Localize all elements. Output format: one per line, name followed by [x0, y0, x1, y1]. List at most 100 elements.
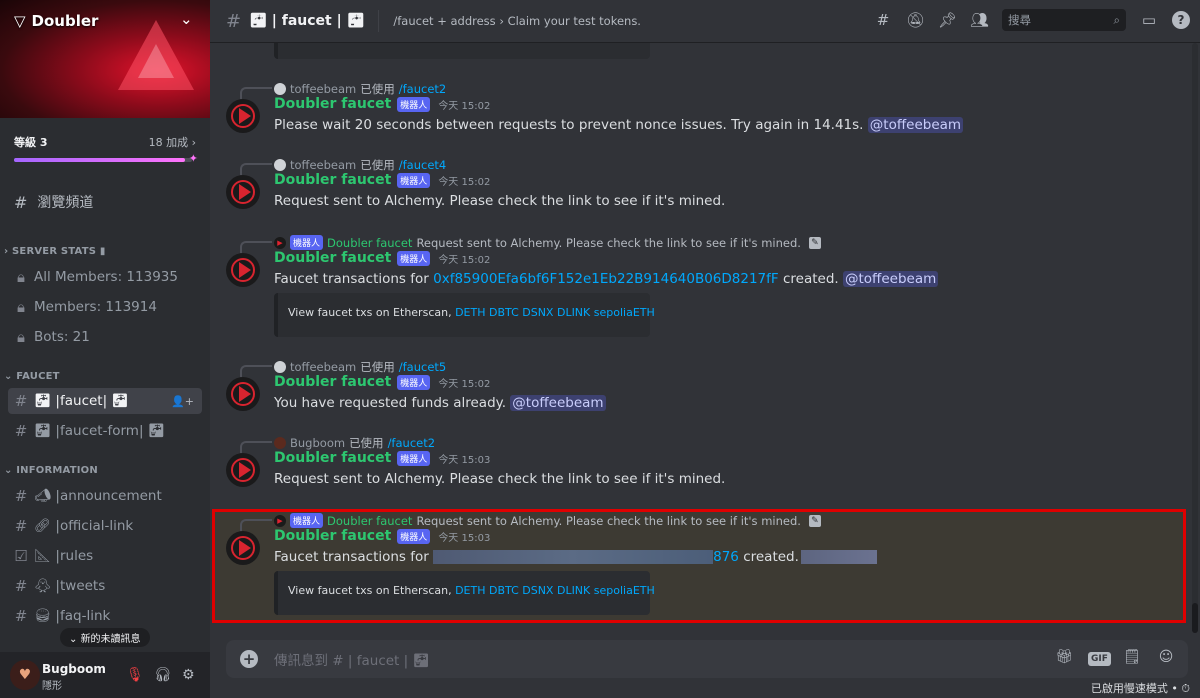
reply-avatar — [274, 159, 286, 171]
boost-bar — [14, 158, 192, 162]
timestamp: 今天 15:03 — [438, 532, 491, 544]
ruler-icon: 📐︎ | — [34, 548, 60, 564]
reply-avatar — [274, 361, 286, 373]
hash-icon: # — [14, 577, 28, 595]
faucet-icon: | 🚰︎ — [138, 423, 165, 439]
chevron-down-icon[interactable]: ⌄ — [180, 10, 193, 28]
message-content: Request sent to Alchemy. Please check th… — [274, 193, 726, 209]
sticker-icon[interactable]: 🗒︎ — [1122, 649, 1142, 665]
message-composer[interactable]: + 傳訊息到 # | faucet | 🚰︎ 🎁︎ GIF 🗒︎ ☺ — [226, 640, 1188, 678]
member-list-icon[interactable]: 👥︎ — [970, 11, 989, 29]
hash-icon: # — [14, 487, 28, 505]
scrollbar[interactable] — [1192, 43, 1198, 633]
sparkle-icon: ✦ — [188, 152, 198, 165]
channel-tweets[interactable]: # 🐥︎ | tweets — [8, 573, 202, 599]
bot-avatar[interactable] — [226, 377, 260, 411]
scrollbar-thumb[interactable] — [1192, 603, 1198, 633]
help-icon[interactable]: ? — [1172, 11, 1190, 29]
lock-icon: 🔒︎ — [17, 328, 25, 346]
message[interactable]: ▶ 機器人 Doubler faucet Request sent to Alc… — [210, 513, 1200, 623]
gif-icon[interactable]: GIF — [1088, 649, 1111, 666]
redacted-mention — [800, 550, 877, 564]
composer-placeholder[interactable]: 傳訊息到 # | faucet | 🚰︎ — [274, 649, 430, 669]
reply-context[interactable]: toffeebeam 已使用 /faucet5 — [274, 359, 446, 375]
browse-icon: # — [14, 192, 28, 212]
emoji-icon[interactable]: ☺ — [1156, 649, 1176, 665]
megaphone-icon: 📣︎ | — [34, 488, 60, 504]
bot-avatar[interactable] — [226, 453, 260, 487]
add-member-icon[interactable]: 👤+ — [171, 395, 194, 408]
message[interactable]: toffeebeam 已使用 /faucet4 Doubler faucet 機… — [210, 157, 1200, 223]
reply-context[interactable]: toffeebeam 已使用 /faucet2 — [274, 81, 446, 97]
user-mention[interactable]: @toffeebeam — [842, 271, 939, 287]
bot-avatar[interactable] — [226, 99, 260, 133]
reply-context[interactable]: Bugboom 已使用 /faucet2 — [274, 435, 435, 451]
user-mention[interactable]: @toffeebeam — [867, 117, 964, 133]
server-name[interactable]: ▽ Doubler — [14, 12, 98, 30]
address-link[interactable]: 876 — [713, 549, 739, 565]
message[interactable]: ▶ 機器人 Doubler faucet Request sent to Alc… — [210, 235, 1200, 345]
message-header: Doubler faucet 機器人 今天 15:02 — [274, 96, 491, 112]
header-toolbar: # 🔕︎ 📌︎ 👥︎ 搜尋 ⌕ ▭ ? — [874, 9, 1190, 31]
hash-icon: # — [14, 517, 28, 535]
inbox-icon[interactable]: ▭ — [1140, 11, 1158, 29]
slow-mode-indicator: 已啟用慢速模式 • ⏱︎ — [1090, 682, 1190, 695]
reply-context[interactable]: toffeebeam 已使用 /faucet4 — [274, 157, 446, 173]
category-server-stats[interactable]: › SERVER STATS ▮ — [4, 246, 106, 257]
bot-avatar[interactable] — [226, 253, 260, 287]
etherscan-embed: View faucet txs on Etherscan, DETH DBTC … — [274, 293, 655, 337]
etherscan-links[interactable]: DETH DBTC DSNX DLINK sepoliaETH — [455, 584, 655, 597]
gear-icon[interactable]: ⚙ — [182, 667, 195, 683]
channel-faucet-form[interactable]: # 🚰︎ | faucet-form | 🚰︎ — [8, 418, 202, 444]
server-banner[interactable]: ▽ Doubler ⌄ — [0, 0, 210, 118]
channel-all-members[interactable]: 🔒︎ All Members: 113935 — [8, 264, 202, 290]
bot-avatar[interactable] — [226, 531, 260, 565]
user-mention[interactable]: @toffeebeam — [510, 395, 606, 411]
channel-bots[interactable]: 🔒︎ Bots: 21 — [8, 324, 202, 350]
avatar[interactable]: ♥ — [10, 660, 40, 690]
timestamp: 今天 15:02 — [438, 100, 491, 112]
message[interactable]: toffeebeam 已使用 /faucet5 Doubler faucet 機… — [210, 359, 1200, 425]
reply-spine — [240, 163, 272, 175]
lock-icon: 🔒︎ — [17, 298, 25, 316]
bot-avatar[interactable] — [226, 175, 260, 209]
pin-icon[interactable]: 📌︎ — [938, 11, 957, 29]
channel-rules[interactable]: ☑ 📐︎ | rules — [8, 543, 202, 569]
message-list[interactable]: toffeebeam 已使用 /faucet2 Doubler faucet 機… — [210, 43, 1200, 635]
message[interactable]: toffeebeam 已使用 /faucet2 Doubler faucet 機… — [210, 81, 1200, 147]
timestamp: 今天 15:02 — [438, 254, 491, 266]
bot-tag: 機器人 — [397, 250, 431, 266]
browse-label: 瀏覽頻道 — [37, 195, 94, 211]
channel-official-link[interactable]: # 🔗︎ | official-link — [8, 513, 202, 539]
channel-members[interactable]: 🔒︎ Members: 113914 — [8, 294, 202, 320]
search-input[interactable]: 搜尋 ⌕ — [1002, 9, 1126, 31]
plus-icon[interactable]: + — [240, 650, 258, 668]
reply-context[interactable]: ▶ 機器人 Doubler faucet Request sent to Alc… — [274, 513, 821, 528]
message[interactable]: Bugboom 已使用 /faucet2 Doubler faucet 機器人 … — [210, 435, 1200, 501]
browse-channels[interactable]: # 瀏覽頻道 — [14, 192, 93, 212]
channel-faucet[interactable]: # 🚰︎ | faucet | 🚰︎ 👤+ — [8, 388, 202, 414]
boost-progress[interactable]: 等級 3 18 加成 › ✦ — [14, 134, 198, 165]
hash-icon: # — [14, 607, 28, 625]
message-header: Doubler faucet 機器人 今天 15:02 — [274, 172, 491, 188]
new-unread-pill[interactable]: ⌄ 新的未讀訊息 — [60, 628, 150, 647]
timer-icon: ⏱︎ — [1181, 682, 1190, 695]
server-icon: ▽ — [14, 12, 26, 30]
reply-context[interactable]: ▶ 機器人 Doubler faucet Request sent to Alc… — [274, 235, 821, 250]
headphones-icon[interactable]: 🎧︎ — [154, 667, 172, 683]
bell-muted-icon[interactable]: 🔕︎ — [906, 11, 925, 29]
address-link[interactable]: 0xf85900Efa6bf6F152e1Eb22B914640B06D8217… — [433, 271, 779, 287]
lock-icon: 🔒︎ — [17, 268, 25, 286]
etherscan-links[interactable]: DETH DBTC DSNX DLINK sepoliaETH — [455, 306, 655, 319]
previous-embed — [274, 43, 650, 59]
channel-topic[interactable]: /faucet + address › Claim your test toke… — [393, 14, 641, 28]
timestamp: 今天 15:03 — [438, 454, 491, 466]
gift-icon[interactable]: 🎁︎ — [1054, 649, 1074, 665]
channel-faq-link[interactable]: # 🍔︎ | faq-link — [8, 603, 202, 629]
category-faucet[interactable]: ⌄ FAUCET — [4, 371, 60, 382]
bot-tag: 機器人 — [397, 528, 431, 544]
mic-muted-icon[interactable]: 🎙︎ — [126, 667, 144, 683]
threads-icon[interactable]: # — [874, 11, 892, 29]
category-information[interactable]: ⌄ INFORMATION — [4, 465, 98, 476]
channel-announcement[interactable]: # 📣︎ | announcement — [8, 483, 202, 509]
